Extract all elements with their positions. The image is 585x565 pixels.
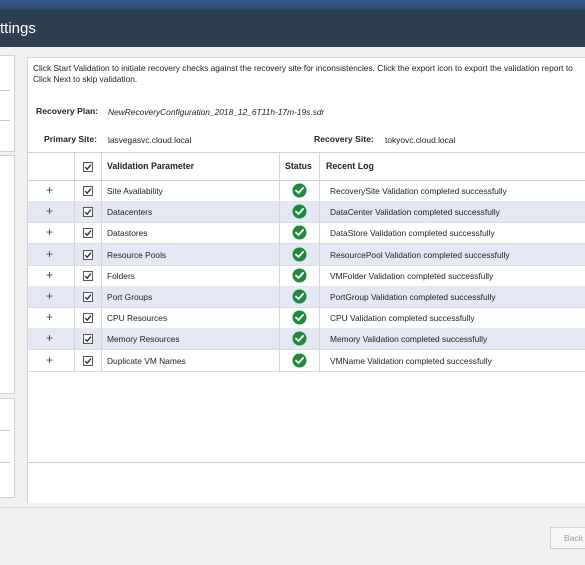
step-divider bbox=[0, 120, 10, 121]
table-row[interactable]: + Folders VMFolder Validation completed su… bbox=[28, 265, 585, 287]
expand-row-icon[interactable]: + bbox=[46, 225, 53, 239]
step-divider bbox=[0, 430, 10, 431]
recovery-site-label: Recovery Site: bbox=[314, 134, 374, 144]
validation-parameter-name: Duplicate VM Names bbox=[107, 355, 186, 366]
table-row[interactable]: + Datacenters DataCenter Validation comple… bbox=[28, 201, 585, 224]
validation-parameter-name: Datastores bbox=[107, 228, 148, 239]
check-icon bbox=[84, 188, 92, 195]
success-status-icon bbox=[292, 310, 307, 330]
success-status-icon bbox=[292, 331, 307, 351]
success-status-icon bbox=[292, 247, 307, 267]
success-status-icon bbox=[292, 204, 307, 224]
recovery-plan-label: Recovery Plan: bbox=[36, 106, 99, 116]
check-icon bbox=[84, 251, 92, 258]
validation-parameter-name: Memory Resources bbox=[107, 334, 180, 345]
row-checkbox[interactable] bbox=[83, 270, 93, 281]
validation-grid: Validation Parameter Status Recent Log +… bbox=[27, 152, 585, 463]
success-status-icon bbox=[292, 289, 307, 309]
validation-parameter-name: Datacenters bbox=[107, 207, 153, 218]
row-checkbox[interactable] bbox=[83, 313, 93, 324]
wizard-steps-box-middle bbox=[0, 155, 15, 394]
window-top-strip bbox=[0, 0, 585, 10]
table-row[interactable]: + Port Groups PortGroup Validation complet… bbox=[28, 286, 585, 308]
check-icon bbox=[84, 336, 92, 343]
check-icon bbox=[84, 230, 92, 237]
wizard-footer bbox=[0, 507, 585, 565]
recovery-plan-value: NewRecoveryConfiguration_2018_12_6T11h-1… bbox=[108, 107, 325, 117]
expand-row-icon[interactable]: + bbox=[46, 310, 53, 324]
window-title: ttings bbox=[0, 20, 36, 37]
row-checkbox[interactable] bbox=[83, 228, 93, 239]
check-icon bbox=[84, 164, 92, 171]
validation-parameter-name: Resource Pools bbox=[107, 249, 167, 260]
table-row[interactable]: + Site Availability RecoverySite Validatio… bbox=[28, 180, 585, 202]
recent-log-text: ResourcePool Validation completed succes… bbox=[330, 249, 510, 260]
success-status-icon bbox=[292, 225, 307, 245]
validation-parameter-name: Folders bbox=[107, 270, 135, 281]
row-checkbox[interactable] bbox=[83, 249, 93, 260]
column-header-status[interactable]: Status bbox=[285, 161, 312, 171]
check-icon bbox=[84, 294, 92, 301]
wizard-steps-box-bottom bbox=[0, 398, 15, 498]
expand-row-icon[interactable]: + bbox=[46, 331, 53, 345]
recent-log-text: DataStore Validation completed successfu… bbox=[330, 228, 495, 239]
success-status-icon bbox=[292, 353, 307, 373]
recent-log-text: VMName Validation completed successfully bbox=[330, 355, 492, 366]
validation-parameter-name: CPU Resources bbox=[107, 313, 168, 324]
expand-row-icon[interactable]: + bbox=[46, 289, 53, 303]
title-bar: ttings bbox=[0, 10, 585, 47]
back-button[interactable]: Back bbox=[550, 527, 585, 549]
table-row[interactable]: + Datastores DataStore Validation complete… bbox=[28, 222, 585, 245]
success-status-icon bbox=[292, 268, 307, 288]
check-icon bbox=[84, 272, 92, 279]
validation-parameter-name: Port Groups bbox=[107, 292, 153, 302]
instructions-box: Click Start Validation to initiate recov… bbox=[27, 57, 585, 98]
recent-log-text: DataCenter Validation completed successf… bbox=[330, 207, 500, 218]
grid-column-divider bbox=[319, 153, 320, 372]
row-checkbox[interactable] bbox=[83, 334, 93, 345]
check-icon bbox=[84, 209, 92, 216]
recent-log-text: RecoverySite Validation completed succes… bbox=[330, 186, 507, 196]
wizard-steps-box-top bbox=[0, 55, 15, 152]
primary-site-value: lasvegasvc.cloud.local bbox=[108, 135, 192, 145]
row-checkbox[interactable] bbox=[83, 207, 93, 218]
recent-log-text: PortGroup Validation completed successfu… bbox=[330, 292, 496, 302]
column-header-log[interactable]: Recent Log bbox=[326, 161, 374, 171]
step-divider bbox=[0, 90, 10, 91]
recovery-site-value: tokyovc.cloud.local bbox=[385, 135, 456, 145]
expand-row-icon[interactable]: + bbox=[46, 353, 53, 367]
expand-row-icon[interactable]: + bbox=[46, 183, 53, 197]
select-all-checkbox[interactable] bbox=[83, 162, 93, 172]
recent-log-text: CPU Validation completed successfully bbox=[330, 313, 475, 324]
grid-header: Validation Parameter Status Recent Log bbox=[28, 153, 585, 181]
validation-parameter-name: Site Availability bbox=[107, 186, 163, 196]
row-checkbox[interactable] bbox=[83, 355, 93, 366]
table-row[interactable]: + Resource Pools ResourcePool Validation c… bbox=[28, 243, 585, 267]
step-divider bbox=[0, 462, 10, 463]
primary-site-label: Primary Site: bbox=[44, 134, 98, 144]
expand-row-icon[interactable]: + bbox=[46, 204, 53, 218]
grid-column-divider bbox=[74, 153, 75, 372]
expand-row-icon[interactable]: + bbox=[46, 268, 53, 282]
success-status-icon bbox=[292, 183, 307, 203]
table-row[interactable]: + Duplicate VM Names VMName Validation com… bbox=[28, 350, 585, 372]
row-checkbox[interactable] bbox=[83, 186, 93, 196]
grid-column-divider bbox=[279, 153, 280, 372]
check-icon bbox=[84, 315, 92, 322]
expand-row-icon[interactable]: + bbox=[46, 247, 53, 261]
row-checkbox[interactable] bbox=[83, 292, 93, 302]
check-icon bbox=[84, 357, 92, 364]
grid-column-divider bbox=[101, 153, 102, 372]
recent-log-text: Memory Validation completed successfully bbox=[330, 334, 488, 345]
column-header-parameter[interactable]: Validation Parameter bbox=[107, 161, 194, 171]
table-row[interactable]: + Memory Resources Memory Validation compl… bbox=[28, 328, 585, 351]
recent-log-text: VMFolder Validation completed successful… bbox=[330, 270, 494, 281]
instructions-text: Click Start Validation to initiate recov… bbox=[33, 63, 573, 84]
table-row[interactable]: + CPU Resources CPU Validation completed s… bbox=[28, 307, 585, 330]
